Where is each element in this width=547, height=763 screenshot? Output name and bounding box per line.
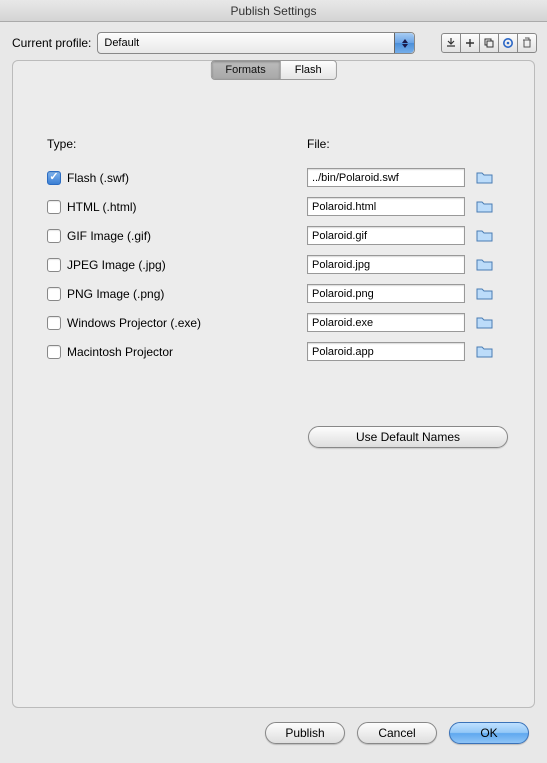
checkbox-png[interactable] [47,287,61,301]
duplicate-profile-button[interactable] [479,33,499,53]
file-input-mac[interactable] [307,342,465,361]
publish-button[interactable]: Publish [265,722,345,744]
file-input-gif[interactable] [307,226,465,245]
rename-profile-button[interactable] [498,33,518,53]
profile-toolbar [441,33,537,53]
type-label: GIF Image (.gif) [67,229,151,243]
profile-row: Current profile: Default [0,22,547,60]
profile-label: Current profile: [12,36,91,50]
file-header: File: [307,137,508,151]
import-profile-button[interactable] [441,33,461,53]
add-profile-button[interactable] [460,33,480,53]
checkbox-jpeg[interactable] [47,258,61,272]
browse-folder-button[interactable] [475,257,493,273]
file-input-png[interactable] [307,284,465,303]
profile-selected: Default [104,37,139,49]
checkbox-mac[interactable] [47,345,61,359]
checkbox-flash[interactable] [47,171,61,185]
browse-folder-button[interactable] [475,199,493,215]
settings-panel: Formats Flash Type: Flash (.swf) HTML (.… [12,60,535,708]
cancel-button[interactable]: Cancel [357,722,437,744]
checkbox-html[interactable] [47,200,61,214]
tab-flash[interactable]: Flash [281,61,336,79]
browse-folder-button[interactable] [475,170,493,186]
type-label: Windows Projector (.exe) [67,316,201,330]
type-label: Macintosh Projector [67,345,173,359]
browse-folder-button[interactable] [475,228,493,244]
file-input-jpeg[interactable] [307,255,465,274]
browse-folder-button[interactable] [475,344,493,360]
tab-formats[interactable]: Formats [211,61,280,79]
checkbox-exe[interactable] [47,316,61,330]
type-label: HTML (.html) [67,200,137,214]
ok-button[interactable]: OK [449,722,529,744]
type-label: JPEG Image (.jpg) [67,258,166,272]
formats-content: Type: Flash (.swf) HTML (.html) GIF Imag… [13,81,534,464]
checkbox-gif[interactable] [47,229,61,243]
dropdown-arrows-icon [394,33,414,53]
window-titlebar: Publish Settings [0,0,547,22]
browse-folder-button[interactable] [475,315,493,331]
type-header: Type: [47,137,307,151]
profile-dropdown[interactable]: Default [97,32,415,54]
file-input-html[interactable] [307,197,465,216]
file-input-exe[interactable] [307,313,465,332]
use-default-names-button[interactable]: Use Default Names [308,426,508,448]
delete-profile-button[interactable] [517,33,537,53]
window-title: Publish Settings [230,4,316,18]
type-label: Flash (.swf) [67,171,129,185]
dialog-footer: Publish Cancel OK [0,716,547,744]
file-input-flash[interactable] [307,168,465,187]
browse-folder-button[interactable] [475,286,493,302]
tab-bar: Formats Flash [210,60,336,80]
type-label: PNG Image (.png) [67,287,164,301]
